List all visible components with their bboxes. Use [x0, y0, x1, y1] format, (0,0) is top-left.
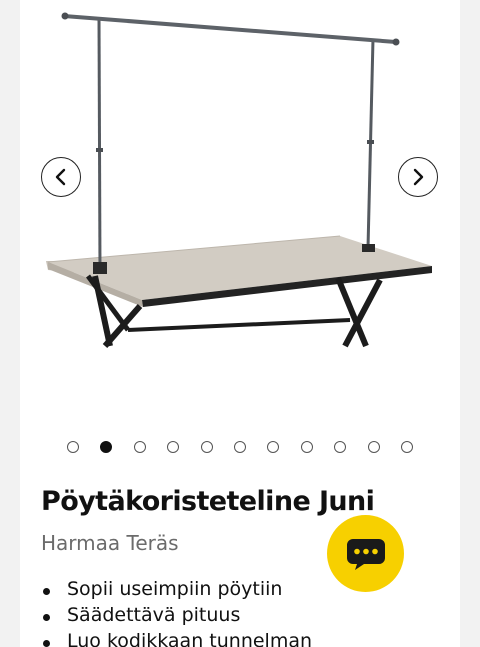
gallery-dot[interactable] — [100, 441, 113, 453]
previous-image-button[interactable] — [41, 157, 81, 197]
image-gallery[interactable] — [20, 0, 460, 453]
feature-item: Sopii useimpiin pöytiin — [41, 578, 312, 604]
gallery-dot[interactable] — [300, 441, 313, 453]
chat-bubble-icon — [346, 538, 385, 570]
feature-item: Luo kodikkaan tunnelman — [41, 630, 312, 647]
gallery-dot[interactable] — [234, 441, 246, 453]
chevron-right-icon — [413, 168, 424, 186]
chevron-left-icon — [55, 168, 66, 186]
product-title: Pöytäkoristeteline Juni — [41, 486, 375, 517]
gallery-pagination — [20, 441, 460, 455]
gallery-dot[interactable] — [367, 441, 380, 453]
gallery-dot[interactable] — [267, 441, 280, 453]
chat-button[interactable] — [327, 515, 404, 592]
gallery-dot[interactable] — [167, 441, 180, 453]
gallery-dot[interactable] — [334, 441, 347, 453]
gallery-dot[interactable] — [133, 441, 146, 453]
gallery-dot[interactable] — [401, 441, 413, 453]
gallery-dot[interactable] — [67, 441, 79, 453]
feature-item: Säädettävä pituus — [41, 604, 312, 630]
product-image — [46, 12, 432, 348]
product-page: Pöytäkoristeteline Juni Harmaa Teräs Sop… — [0, 0, 480, 647]
feature-list: Sopii useimpiin pöytiin Säädettävä pituu… — [41, 578, 312, 647]
gallery-dot[interactable] — [200, 441, 213, 453]
product-variant: Harmaa Teräs — [41, 531, 179, 555]
next-image-button[interactable] — [398, 157, 438, 197]
